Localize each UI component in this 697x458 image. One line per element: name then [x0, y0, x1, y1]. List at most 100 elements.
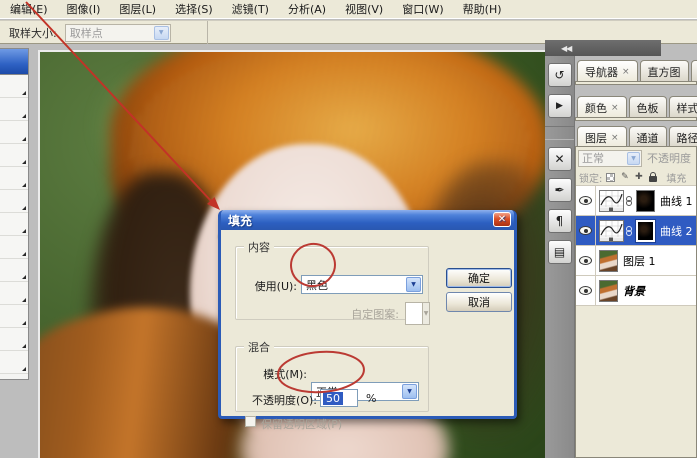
custom-pattern-swatch[interactable]: ▼ [405, 302, 430, 325]
fill-dialog: 填充 ✕ 内容 使用(U): 黑色 ▼ 自定图案: ▼ 混合 模式(M): 正常… [218, 210, 517, 431]
menu-bar: 编辑(E) 图像(I) 图层(L) 选择(S) 滤镜(T) 分析(A) 视图(V… [0, 0, 697, 19]
toolbox-tool-button[interactable] [0, 75, 28, 98]
menu-window[interactable]: 窗口(W) [392, 0, 452, 19]
menu-analysis[interactable]: 分析(A) [278, 0, 335, 19]
tab-label: 色板 [636, 102, 659, 115]
dialog-title-bar[interactable]: 填充 ✕ [221, 210, 514, 230]
history-panel-icon[interactable]: ↺ [547, 63, 572, 87]
menu-layer[interactable]: 图层(L) [109, 0, 165, 19]
layer-row-curves-1[interactable]: 曲线 1 [576, 186, 696, 216]
opacity-label: 不透明度(O): [252, 394, 317, 407]
layer-name[interactable]: 背景 [623, 283, 645, 299]
chevron-down-icon[interactable]: ▼ [402, 384, 417, 399]
toolbox-tool-button[interactable] [0, 144, 28, 167]
toolbox-tool-button[interactable] [0, 305, 28, 328]
close-icon[interactable]: × [611, 103, 619, 113]
mask-link-icon[interactable] [625, 195, 633, 206]
lock-image-icon[interactable]: ✎ [619, 172, 630, 183]
dialog-body: 内容 使用(U): 黑色 ▼ 自定图案: ▼ 混合 模式(M): 正常 ▼ 不透… [221, 230, 514, 431]
photoshop-window: 编辑(E) 图像(I) 图层(L) 选择(S) 滤镜(T) 分析(A) 视图(V… [0, 0, 697, 458]
toolbox-tool-button[interactable] [0, 236, 28, 259]
layer-row-curves-2[interactable]: 曲线 2 [576, 216, 696, 246]
actions-panel-icon[interactable]: ▶ [547, 94, 572, 118]
layer-thumbnail[interactable] [599, 249, 618, 272]
chevron-down-icon[interactable]: ▼ [406, 277, 421, 292]
layer-mask-thumbnail[interactable] [636, 189, 655, 212]
visibility-cell[interactable] [576, 186, 596, 215]
toolbox-tool-button[interactable] [0, 259, 28, 282]
toolbox-tool-button[interactable] [0, 328, 28, 351]
lock-transparency-icon[interactable] [605, 172, 616, 183]
curves-thumbnail[interactable] [599, 219, 624, 242]
opacity-input[interactable]: 50 [320, 389, 358, 407]
blend-mode-select[interactable]: 正常 ▼ [578, 149, 642, 167]
mask-link-icon[interactable] [625, 225, 633, 236]
menu-image[interactable]: 图像(I) [57, 0, 110, 19]
menu-help[interactable]: 帮助(H) [453, 0, 511, 19]
lock-position-icon[interactable]: ✚ [633, 172, 644, 183]
toolbox-tool-button[interactable] [0, 121, 28, 144]
visibility-cell[interactable] [576, 216, 596, 245]
eye-icon [579, 286, 592, 295]
chevron-down-icon[interactable]: ▼ [422, 302, 430, 325]
toolbox-tool-button[interactable] [0, 98, 28, 121]
ok-button[interactable]: 确定 [446, 268, 512, 288]
close-icon[interactable]: × [622, 67, 630, 77]
layer-thumbnail[interactable] [599, 279, 618, 302]
menu-edit[interactable]: 编辑(E) [0, 0, 57, 19]
menu-select[interactable]: 选择(S) [165, 0, 222, 19]
eye-icon [579, 256, 592, 265]
use-value: 黑色 [306, 278, 328, 292]
paragraph-panel-icon[interactable]: ¶ [547, 209, 572, 233]
lock-row: 锁定: ✎ ✚ 填充 [576, 169, 696, 186]
menu-view[interactable]: 视图(V) [335, 0, 392, 19]
use-select[interactable]: 黑色 ▼ [301, 275, 423, 294]
layer-name[interactable]: 图层 1 [623, 253, 656, 269]
mode-label: 模式(M): [263, 368, 307, 381]
tab-styles[interactable]: 样式 [668, 96, 697, 119]
layer-row-background[interactable]: 背景 [576, 276, 696, 306]
preserve-transparency-checkbox[interactable] [245, 416, 256, 427]
lock-all-icon[interactable] [647, 171, 658, 183]
close-icon[interactable]: × [611, 133, 619, 143]
chevron-down-icon[interactable]: ▼ [627, 151, 640, 165]
tool-presets-icon[interactable]: ✕ [547, 147, 572, 171]
tab-color[interactable]: 颜色 × [577, 96, 627, 119]
visibility-cell[interactable] [576, 276, 596, 305]
contents-group-label: 内容 [244, 239, 274, 255]
tab-info[interactable]: 信息 [690, 60, 697, 83]
chevron-down-icon[interactable]: ▼ [153, 25, 169, 40]
curves-thumbnail[interactable] [599, 189, 624, 212]
layer-row-layer-1[interactable]: 图层 1 [576, 246, 696, 276]
sample-size-select[interactable]: 取样点 ▼ [64, 23, 171, 42]
lock-label: 锁定: [579, 173, 603, 185]
eye-icon [579, 196, 592, 205]
layer-name[interactable]: 曲线 2 [660, 223, 693, 239]
layer-mask-thumbnail[interactable] [635, 218, 656, 243]
tab-navigator[interactable]: 导航器 × [577, 60, 638, 83]
layer-name[interactable]: 曲线 1 [660, 193, 693, 209]
tab-label: 样式 [676, 102, 697, 115]
layer-comps-icon[interactable]: ▤ [547, 240, 572, 264]
close-icon[interactable]: ✕ [493, 212, 511, 227]
toolbox-tool-button[interactable] [0, 351, 28, 374]
collapsed-panels-strip: ↺ ▶ ✕ ✒ ¶ ▤ [545, 56, 575, 458]
strip-divider [545, 126, 574, 140]
menu-filter[interactable]: 滤镜(T) [222, 0, 278, 19]
toolbox-tool-button[interactable] [0, 167, 28, 190]
tab-label: 颜色 [585, 102, 607, 115]
toolbox-tool-button[interactable] [0, 190, 28, 213]
collapse-dock-icon[interactable]: ◀◀ [561, 44, 572, 53]
visibility-cell[interactable] [576, 246, 596, 275]
brushes-panel-icon[interactable]: ✒ [547, 178, 572, 202]
toolbox-partial [0, 48, 29, 380]
toolbox-tool-button[interactable] [0, 213, 28, 236]
cancel-button[interactable]: 取消 [446, 292, 512, 312]
sample-size-group: 取样大小: 取样点 ▼ [0, 21, 208, 44]
toolbox-tool-button[interactable] [0, 282, 28, 305]
tab-swatches[interactable]: 色板 [628, 96, 667, 119]
toolbox-title-bar[interactable] [0, 49, 28, 75]
fill-label: 填充 [666, 173, 687, 185]
preserve-transparency-label: 保留透明区域(P) [261, 418, 343, 431]
tab-histogram[interactable]: 直方图 [639, 60, 689, 83]
